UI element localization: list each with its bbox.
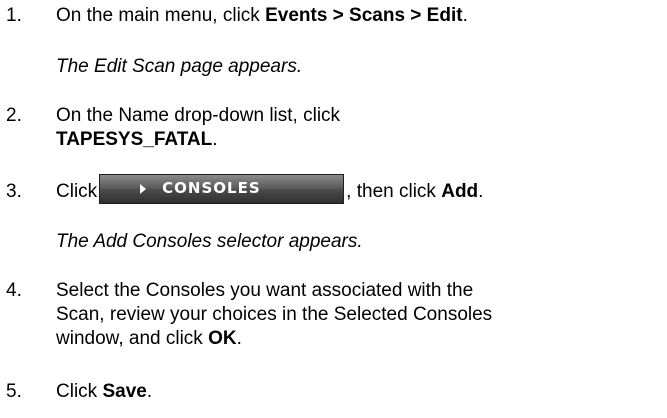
- consoles-section-button[interactable]: CONSOLES: [99, 174, 345, 204]
- add-action: Add: [441, 181, 479, 203]
- step-text-pre: Click: [56, 381, 103, 402]
- step-text-post: .: [146, 381, 153, 402]
- step-text-post: .: [236, 328, 242, 349]
- step-text: On the main menu, click Events > Scans >…: [56, 4, 656, 28]
- option-name: TAPESYS_FATAL: [56, 129, 213, 150]
- step-text-pre: On the main menu, click: [56, 5, 266, 26]
- step-text-post: .: [212, 129, 218, 150]
- step-number: 5.: [6, 381, 22, 402]
- step-text-mid: , then click: [346, 181, 442, 203]
- step-text-pre: Click: [56, 181, 98, 203]
- step-text: On the Name drop-down list, click TAPESY…: [56, 104, 656, 152]
- save-action: Save: [102, 381, 147, 402]
- expand-arrow-icon: [140, 184, 147, 194]
- step-text-post: .: [478, 181, 484, 203]
- result-note-1: The Edit Scan page appears.: [56, 56, 303, 77]
- step-text: Select the Consoles you want associated …: [56, 279, 656, 351]
- step-text-line: Scan, review your choices in the Selecte…: [56, 304, 493, 325]
- step-number: 3.: [6, 181, 22, 202]
- procedure-document: 1. On the main menu, click Events > Scan…: [0, 0, 667, 418]
- step-number: 2.: [6, 105, 22, 126]
- consoles-button-label: CONSOLES: [162, 179, 261, 197]
- ok-action: OK: [208, 328, 237, 349]
- step-number: 4.: [6, 280, 22, 301]
- step-text-line: On the Name drop-down list, click: [56, 105, 341, 126]
- result-note-2: The Add Consoles selector appears.: [56, 231, 363, 252]
- step-number: 1.: [6, 5, 22, 26]
- menu-path: Events > Scans > Edit: [265, 5, 463, 26]
- step-text: Click CONSOLES , then click Add.: [56, 174, 656, 204]
- step-text-line: window, and click: [56, 328, 209, 349]
- step-text: Click Save.: [56, 380, 656, 404]
- step-text-line: Select the Consoles you want associated …: [56, 280, 474, 301]
- step-text-post: .: [462, 5, 468, 26]
